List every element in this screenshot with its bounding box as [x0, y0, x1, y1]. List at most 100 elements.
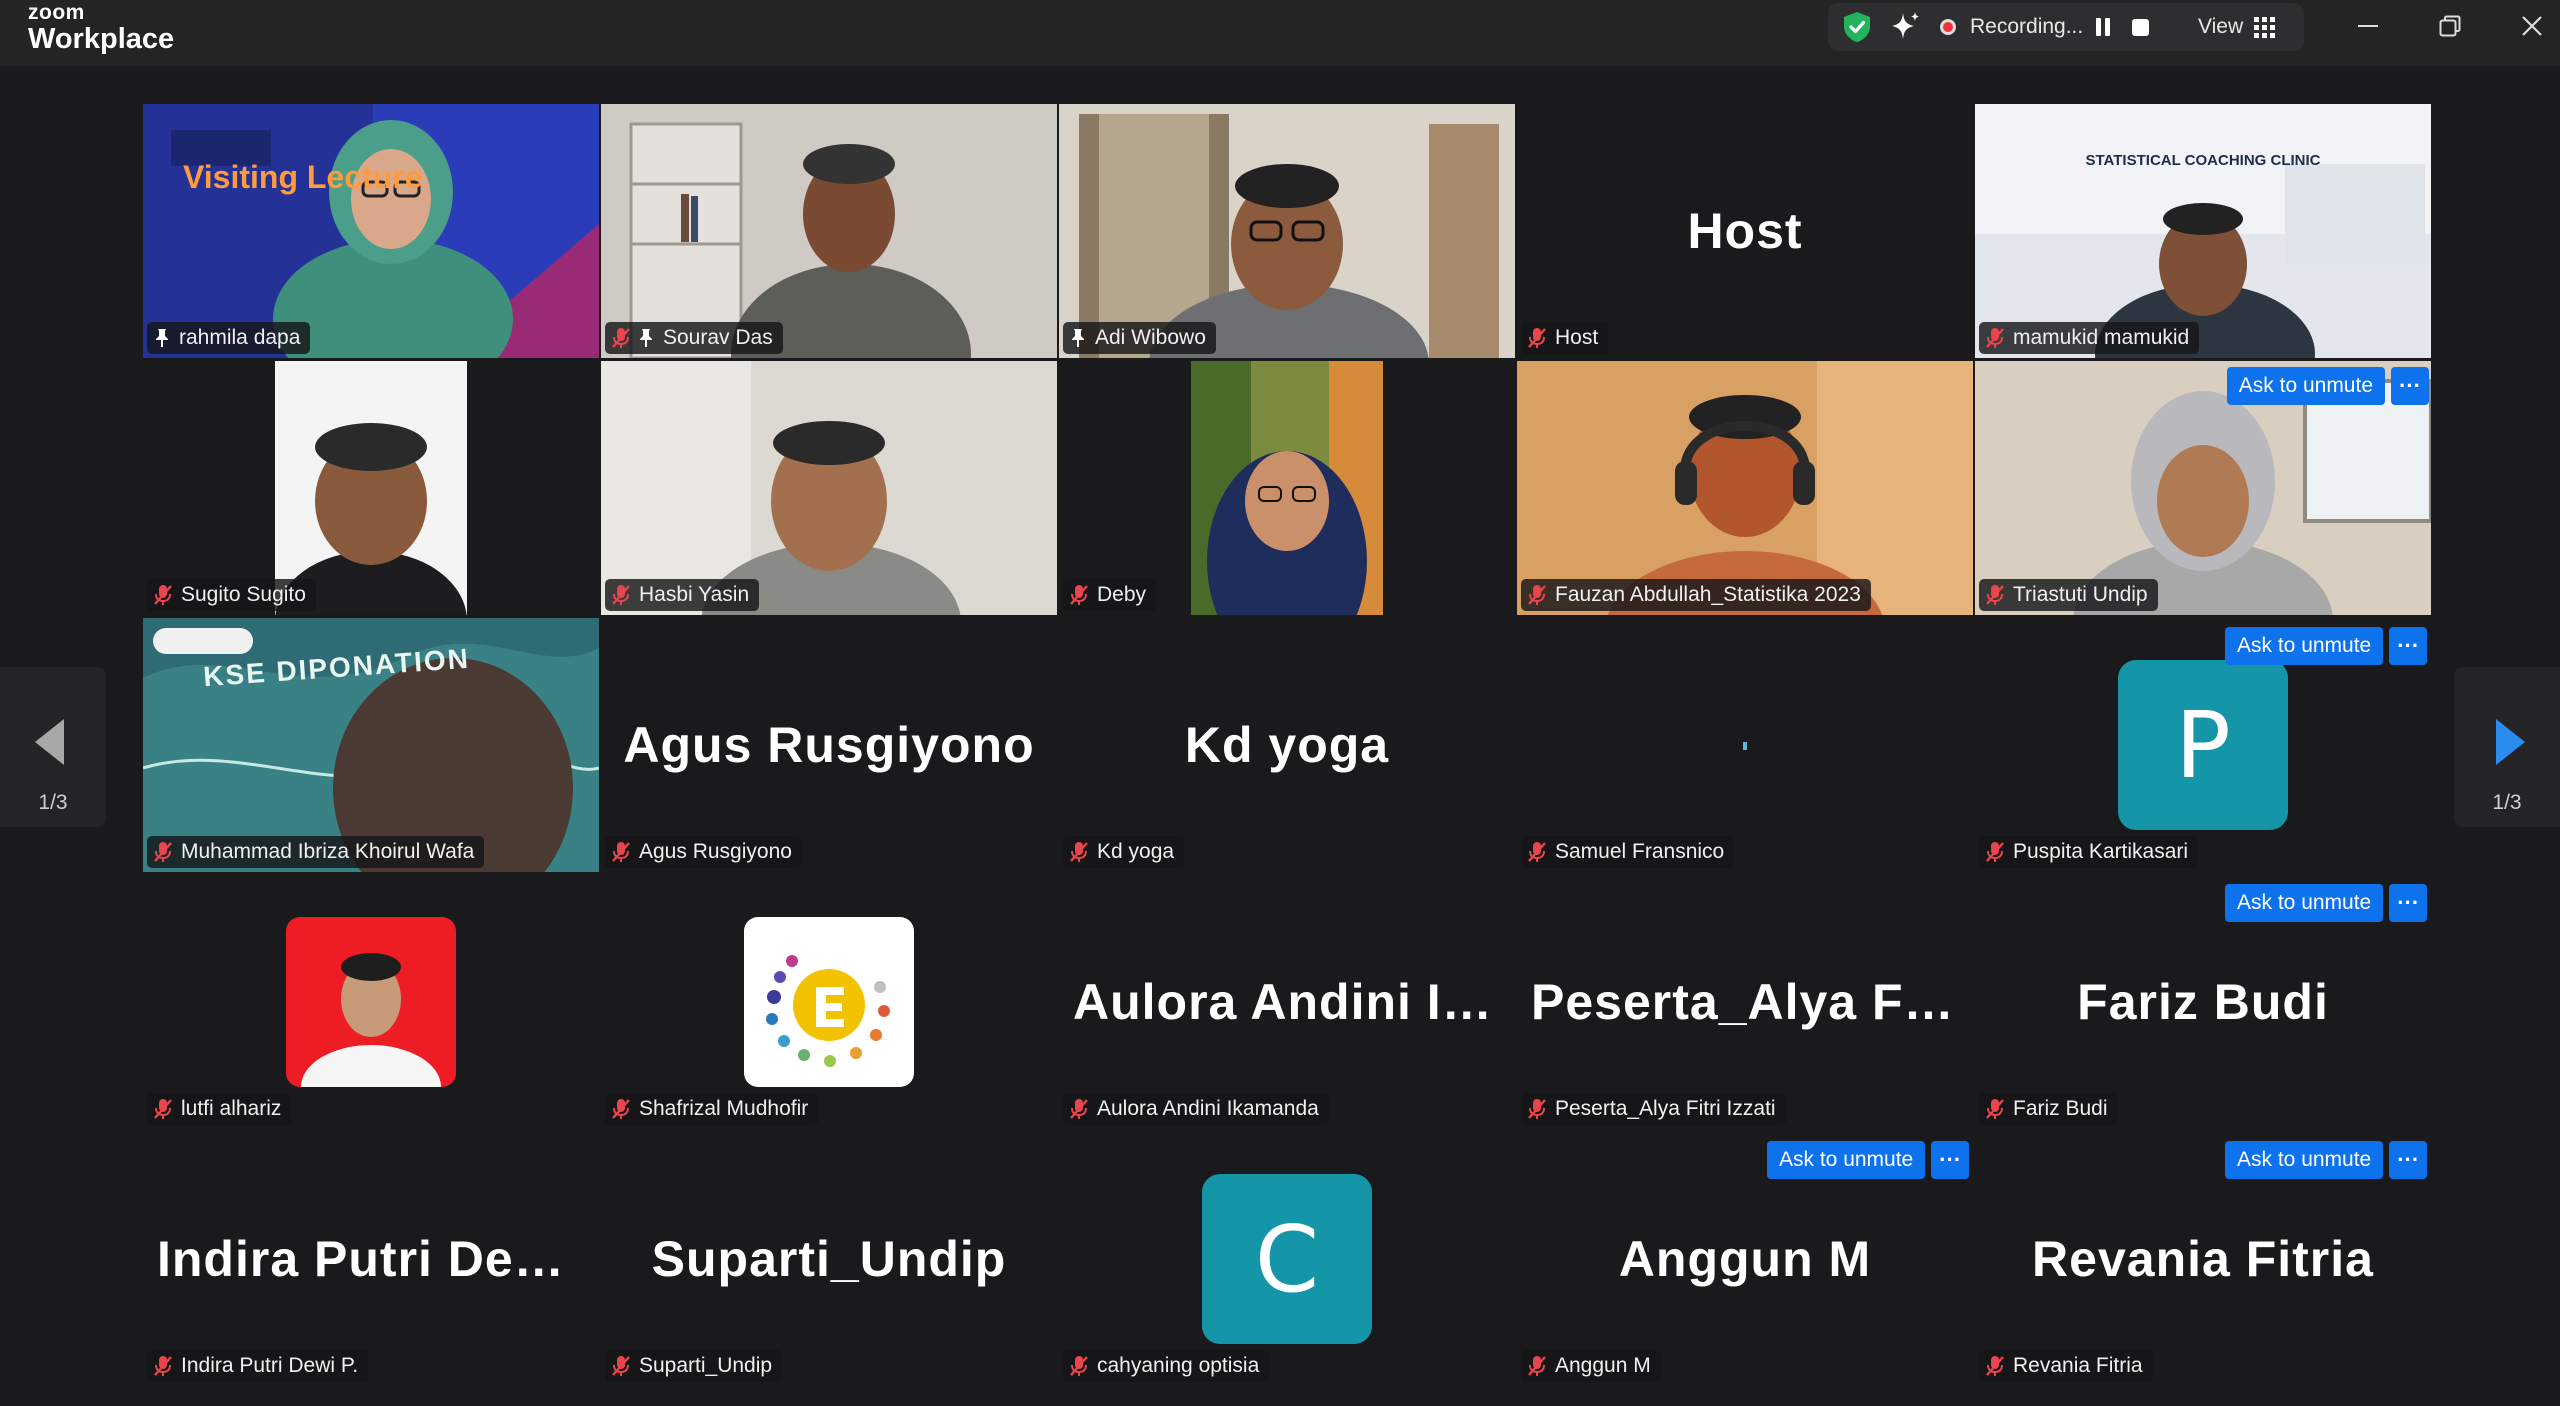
- coaching-clinic-title: STATISTICAL COACHING CLINIC: [2085, 152, 2321, 169]
- participant-name: Sugito Sugito: [181, 583, 306, 606]
- participant-name: Indira Putri Dewi P.: [181, 1354, 359, 1377]
- participant-tile-mamukid[interactable]: STATISTICAL COACHING CLINIC mamukid mamu…: [1975, 104, 2431, 358]
- participant-name: Agus Rusgiyono: [639, 840, 792, 863]
- participant-display-name: Anggun M: [1618, 1231, 1872, 1287]
- nametag: Agus Rusgiyono: [605, 836, 802, 868]
- more-options-icon[interactable]: ···: [2391, 367, 2429, 405]
- ask-to-unmute-button[interactable]: Ask to unmute: [2226, 367, 2385, 405]
- participant-tile-shafrizal[interactable]: Shafrizal Mudhofir: [601, 875, 1057, 1129]
- nametag: Deby: [1063, 579, 1157, 611]
- ask-to-unmute-button[interactable]: Ask to unmute: [2225, 1141, 2384, 1179]
- nametag: Samuel Fransnico: [1521, 836, 1735, 868]
- gallery-grid-icon[interactable]: [2254, 3, 2275, 51]
- ask-unmute-group: Ask to unmute ···: [2225, 884, 2428, 922]
- participant-tile-adi-wibowo[interactable]: Adi Wibowo: [1059, 104, 1515, 358]
- mic-muted-icon: [611, 1355, 631, 1377]
- participant-tile-sugito[interactable]: Sugito Sugito: [143, 361, 599, 615]
- avatar: C: [1202, 1174, 1372, 1344]
- view-button[interactable]: View: [2198, 3, 2243, 51]
- pin-icon: [153, 328, 171, 348]
- nametag: mamukid mamukid: [1979, 322, 2200, 354]
- ask-to-unmute-button[interactable]: Ask to unmute: [2225, 884, 2384, 922]
- participant-name: Kd yoga: [1097, 840, 1175, 863]
- next-page-button[interactable]: 1/3: [2454, 667, 2560, 827]
- mic-muted-icon: [1985, 841, 2005, 863]
- video-feed-deby: [1191, 361, 1383, 615]
- participant-display-name: Suparti_Undip: [651, 1231, 1007, 1287]
- ai-companion-sparkle-icon[interactable]: [1888, 3, 1922, 51]
- nametag: rahmila dapa: [147, 322, 311, 354]
- participant-tile-muhammad-ibriza[interactable]: KSE DIPONATION Muhammad Ibriza Khoirul W…: [143, 618, 599, 872]
- pause-recording-icon[interactable]: [2096, 3, 2114, 51]
- security-shield-icon[interactable]: [1842, 3, 1872, 51]
- participant-name: Samuel Fransnico: [1555, 840, 1725, 863]
- nametag: Peserta_Alya Fitri Izzati: [1521, 1093, 1786, 1125]
- page-indicator-left: 1/3: [38, 791, 68, 814]
- ask-to-unmute-button[interactable]: Ask to unmute: [1767, 1141, 1926, 1179]
- previous-page-button[interactable]: 1/3: [0, 667, 106, 827]
- participant-name: Adi Wibowo: [1095, 326, 1206, 349]
- video-placeholder-dot: [1743, 742, 1747, 750]
- participant-name: Aulora Andini Ikamanda: [1097, 1097, 1319, 1120]
- participant-tile-fauzan[interactable]: Fauzan Abdullah_Statistika 2023: [1517, 361, 1973, 615]
- video-feed-sourav-das: [601, 104, 1057, 358]
- nametag: cahyaning optisia: [1063, 1350, 1270, 1382]
- nametag: Aulora Andini Ikamanda: [1063, 1093, 1329, 1125]
- restore-window-icon[interactable]: [2410, 0, 2490, 52]
- participant-name: cahyaning optisia: [1097, 1354, 1260, 1377]
- participant-tile-lutfi[interactable]: lutfi alhariz: [143, 875, 599, 1129]
- participant-tile-triastuti[interactable]: Triastuti Undip Ask to unmute ···: [1975, 361, 2431, 615]
- ask-unmute-group: Ask to unmute ···: [2226, 367, 2429, 405]
- mic-muted-icon: [1985, 327, 2005, 349]
- participant-tile-kd-yoga[interactable]: Kd yoga Kd yoga: [1059, 618, 1515, 872]
- participant-tile-alya[interactable]: Peserta_Alya Fitr... Peserta_Alya Fitri …: [1517, 875, 1973, 1129]
- participant-tile-rahmila-dapa[interactable]: Visiting Lecture rahmila dapa: [143, 104, 599, 358]
- participant-tile-suparti[interactable]: Suparti_Undip Suparti_Undip: [601, 1132, 1057, 1386]
- mic-muted-icon: [153, 841, 173, 863]
- ask-unmute-group: Ask to unmute ···: [2225, 627, 2428, 665]
- more-options-icon[interactable]: ···: [2389, 627, 2428, 665]
- participant-name: Suparti_Undip: [639, 1354, 773, 1377]
- avatar-logo: [744, 917, 914, 1087]
- ask-to-unmute-button[interactable]: Ask to unmute: [2225, 627, 2384, 665]
- minimize-window-icon[interactable]: [2328, 0, 2408, 52]
- participant-display-name: Host: [1687, 203, 1803, 259]
- mic-muted-icon: [153, 1355, 173, 1377]
- mic-muted-icon: [1527, 841, 1547, 863]
- nametag: Host: [1521, 322, 1609, 354]
- brand-large: Workplace: [28, 23, 175, 55]
- more-options-icon[interactable]: ···: [1931, 1141, 1970, 1179]
- more-options-icon[interactable]: ···: [2389, 884, 2428, 922]
- recording-dot-icon: [1940, 3, 1956, 51]
- close-window-icon[interactable]: [2492, 0, 2560, 52]
- title-bar: zoom Workplace Recording... View: [0, 0, 2560, 66]
- nametag: Hasbi Yasin: [605, 579, 760, 611]
- mic-muted-icon: [1069, 584, 1089, 606]
- participant-tile-deby[interactable]: Deby: [1059, 361, 1515, 615]
- pin-icon: [637, 328, 655, 348]
- participant-tile-aulora[interactable]: Aulora Andini Ik... Aulora Andini Ikaman…: [1059, 875, 1515, 1129]
- participant-name: Triastuti Undip: [2013, 583, 2148, 606]
- participant-tile-agus-rusgiyono[interactable]: Agus Rusgiyono Agus Rusgiyono: [601, 618, 1057, 872]
- participant-tile-samuel[interactable]: Samuel Fransnico: [1517, 618, 1973, 872]
- nametag: Puspita Kartikasari: [1979, 836, 2199, 868]
- participant-name: mamukid mamukid: [2013, 326, 2190, 349]
- participant-tile-hasbi-yasin[interactable]: Hasbi Yasin: [601, 361, 1057, 615]
- stop-recording-icon[interactable]: [2132, 3, 2149, 51]
- participant-tile-host[interactable]: Host Host: [1517, 104, 1973, 358]
- nametag: Indira Putri Dewi P.: [147, 1350, 369, 1382]
- participant-tile-cahyaning[interactable]: C cahyaning optisia: [1059, 1132, 1515, 1386]
- participant-name: Revania Fitria: [2013, 1354, 2143, 1377]
- participant-tile-sourav-das[interactable]: Sourav Das: [601, 104, 1057, 358]
- avatar: P: [2118, 660, 2288, 830]
- mic-muted-icon: [153, 1098, 173, 1120]
- page-indicator-right: 1/3: [2492, 791, 2522, 814]
- more-options-icon[interactable]: ···: [2389, 1141, 2428, 1179]
- mic-muted-icon: [1527, 1355, 1547, 1377]
- participant-name: Fauzan Abdullah_Statistika 2023: [1555, 583, 1861, 606]
- mic-muted-icon: [153, 584, 173, 606]
- nametag: Muhammad Ibriza Khoirul Wafa: [147, 836, 485, 868]
- participant-tile-indira[interactable]: Indira Putri Dew... Indira Putri Dewi P.: [143, 1132, 599, 1386]
- zoom-workplace-logo: zoom Workplace: [28, 2, 174, 54]
- nametag: Anggun M: [1521, 1350, 1661, 1382]
